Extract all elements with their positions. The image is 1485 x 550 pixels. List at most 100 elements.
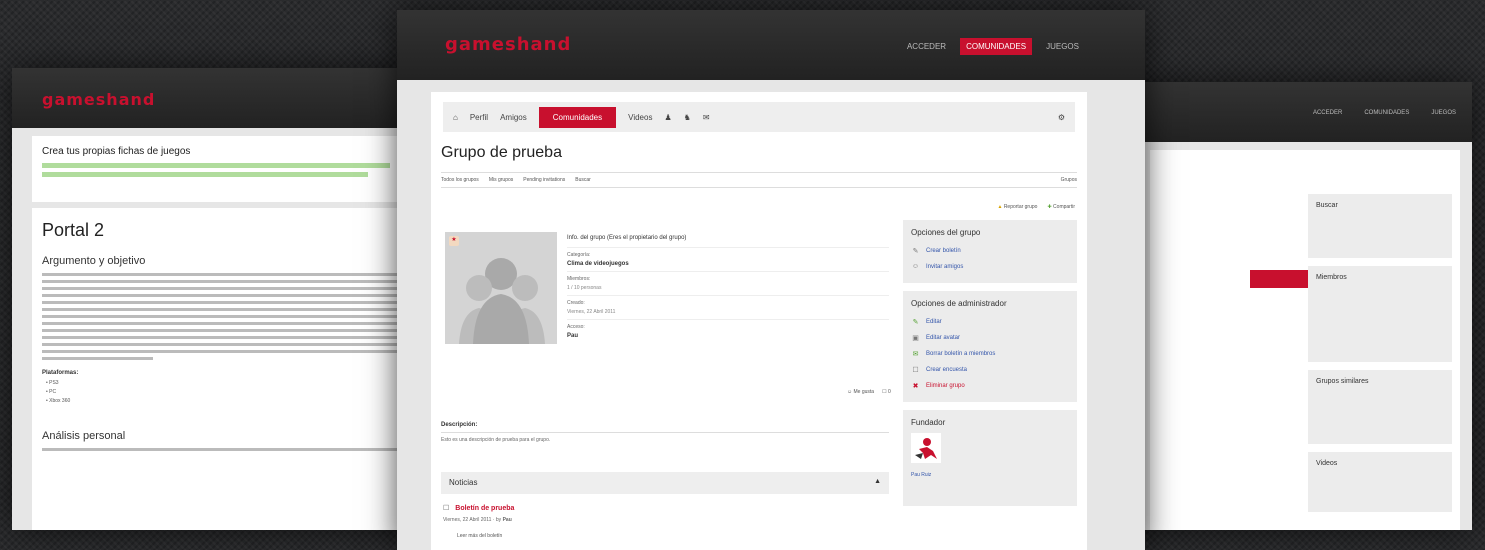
group-options-title: Opciones del grupo [911,228,981,237]
poll-icon: ☐ [912,367,919,374]
group-options-box: Opciones del grupo ✎ Crear boletín ☺ Invit… [903,220,1077,283]
platform-item: • PC [46,389,57,395]
members-value: 1 / 10 personas [567,285,602,291]
text-line [42,294,412,297]
right-sidebar: Buscar Miembros Grupos similares Videos [1308,194,1452,520]
background-window-game-page: gameshand Crea tus propias fichas de jue… [12,68,442,530]
post-read-more[interactable]: Leer más del boletín [457,533,502,539]
nav-acceder[interactable]: ACCEDER [901,38,952,55]
text-line [42,273,412,276]
created-value: Viernes, 22 Abril 2011 [567,309,616,315]
description-text: Esto es una descripción de prueba para e… [441,437,551,443]
text-line [42,301,412,304]
post-meta: Viernes, 22 Abril 2011 · by Pau [443,517,512,523]
home-icon[interactable]: ⌂ [453,113,458,122]
platforms-label: Plataformas: [42,370,79,376]
group-avatar: ★ [445,232,557,344]
subnav-pending[interactable]: Pending invitations [523,177,565,183]
search-box: Buscar [1308,194,1452,258]
info-header: Info. del grupo (Eres el propietario del… [567,235,687,241]
right-top-nav: ACCEDER COMUNIDADES JUEGOS [1307,106,1462,120]
create-poll-link[interactable]: ☐ Crear encuesta [911,362,1069,378]
group-info: Info. del grupo (Eres el propietario del… [567,235,889,343]
admin-options-box: Opciones de administrador ✎ Editar ▣ Edita… [903,291,1077,402]
main-logo[interactable]: gameshand [445,34,571,55]
nav-acceder[interactable]: ACCEDER [1307,106,1348,120]
founder-avatar-icon[interactable] [911,433,941,463]
text-line [42,343,412,346]
invite-friends-link[interactable]: ☺ Invitar amigos [911,259,1069,275]
subnav-all-groups[interactable]: Todos los grupos [441,177,479,183]
document-icon: ☐ [443,505,450,512]
share-icon: ✚ [1047,204,1052,210]
group-sidebar: Opciones del grupo ✎ Crear boletín ☺ Invit… [903,220,1077,514]
article-card: Portal 2 Argumento y objetivo Plataforma… [32,208,422,530]
mail-icon[interactable]: ✉ [703,113,710,122]
collapse-icon[interactable]: ▲ [874,478,881,488]
description-label: Descripción: [441,422,889,433]
tab-amigos[interactable]: Amigos [500,113,527,122]
tab-perfil[interactable]: Perfil [470,113,488,122]
edit-avatar-link[interactable]: ▣ Editar avatar [911,330,1069,346]
nav-juegos[interactable]: JUEGOS [1040,38,1085,55]
access-value: Pau [567,333,579,339]
info-created: Creado: Viernes, 22 Abril 2011 [567,295,889,319]
edit-link[interactable]: ✎ Editar [911,314,1069,330]
category-value: Clima de videojuegos [567,261,629,267]
create-bulletin-link[interactable]: ✎ Crear boletín [911,243,1069,259]
post-title-row[interactable]: ☐ Boletín de prueba [443,504,514,513]
group-top-actions: ▲ Reportar grupo ✚ Compartir [997,204,1075,210]
info-members: Miembros: 1 / 10 personas [567,271,889,295]
notice-text-line [42,163,390,168]
text-line [42,287,412,290]
tab-videos[interactable]: Videos [628,113,652,122]
videos-box: Videos [1308,452,1452,512]
red-action-button[interactable] [1250,270,1308,288]
main-header: gameshand ACCEDER COMUNIDADES JUEGOS [397,10,1145,80]
info-access: Acceso: Pau [567,319,889,343]
nav-comunidades[interactable]: COMUNIDADES [960,38,1033,55]
box-title: Miembros [1316,274,1347,281]
subnav-search[interactable]: Buscar [575,177,591,183]
text-line [42,350,412,353]
left-logo[interactable]: gameshand [42,90,155,109]
members-box: Miembros [1308,266,1452,362]
founder-name[interactable]: Pau Ruiz [911,472,1069,478]
main-top-nav: ACCEDER COMUNIDADES JUEGOS [901,38,1085,55]
delete-group-link[interactable]: ✖ Eliminar grupo [911,378,1069,394]
news-title: Noticias [449,478,478,487]
platform-item: • PS3 [46,380,59,386]
group-icon[interactable]: ♞ [684,113,691,122]
box-title: Videos [1316,460,1338,467]
news-header[interactable]: Noticias ▲ [441,472,889,494]
like-count: ☐ 0 [882,389,891,395]
subnav-my-groups[interactable]: Mis grupos [489,177,513,183]
subnav-groups[interactable]: Grupos [1061,177,1077,183]
text-line [42,308,412,311]
users-icon: ☺ [911,263,920,270]
similar-groups-box: Grupos similares [1308,370,1452,444]
like-button[interactable]: ☺ Me gusta [847,389,874,395]
nav-comunidades[interactable]: COMUNIDADES [1358,106,1415,120]
nav-juegos[interactable]: JUEGOS [1425,106,1462,120]
notice-box: Crea tus propias fichas de juegos [32,136,422,202]
settings-icon[interactable]: ⚙ [1058,113,1065,122]
right-header: ACCEDER COMUNIDADES JUEGOS [1110,82,1472,142]
image-icon: ▣ [912,335,919,342]
pencil-icon: ✎ [912,248,919,255]
report-group-link[interactable]: ▲ Reportar grupo [997,204,1037,210]
post-author[interactable]: Pau [503,517,512,523]
text-line [42,315,412,318]
background-window-group-page: ACCEDER COMUNIDADES JUEGOS Buscar Miembr… [1110,82,1472,530]
default-group-avatar-icon [459,258,545,344]
tab-comunidades[interactable]: Comunidades [538,106,617,128]
send-bulletin-link[interactable]: ✉ Borrar boletín a miembros [911,346,1069,362]
text-line [42,322,412,325]
post-title[interactable]: Boletín de prueba [455,505,514,512]
page-title: Grupo de prueba [441,144,562,161]
text-line [42,329,412,332]
founder-title: Fundador [911,418,946,427]
person-icon[interactable]: ♟ [664,113,671,122]
share-link[interactable]: ✚ Compartir [1047,204,1075,210]
right-body: Buscar Miembros Grupos similares Videos [1150,150,1460,530]
